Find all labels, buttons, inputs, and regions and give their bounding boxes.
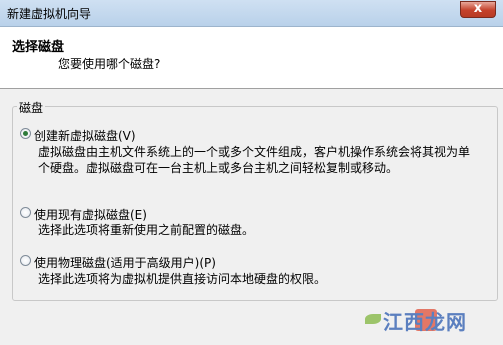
watermark-text: 江西龙网 (383, 310, 467, 334)
watermark-logo: 江西龙网 (365, 300, 500, 338)
window-title: 新建虚拟机向导 (7, 7, 92, 21)
option-description: 选择此选项将为虚拟机提供直接访问本地硬盘的权限。 (38, 271, 326, 287)
close-icon: x (473, 1, 483, 16)
radio-use-existing-disk[interactable] (20, 207, 31, 218)
radio-use-physical-disk[interactable] (20, 255, 31, 266)
option-label[interactable]: 使用物理磁盘(适用于高级用户)(P) (34, 254, 216, 271)
option-label[interactable]: 使用现有虚拟磁盘(E) (34, 206, 147, 223)
description-line: 个硬盘。虚拟磁盘可在一台主机上或多台主机之间轻松复制或移动。 (38, 161, 399, 175)
option-description: 虚拟磁盘由主机文件系统上的一个或多个文件组成，客户机操作系统会将其视为单 个硬盘… (38, 144, 470, 176)
wizard-header: 选择磁盘 您要使用哪个磁盘? (0, 27, 503, 89)
page-title: 选择磁盘 (12, 40, 65, 55)
description-line: 虚拟磁盘由主机文件系统上的一个或多个文件组成，客户机操作系统会将其视为单 (38, 145, 471, 159)
radio-create-new-disk[interactable] (20, 128, 31, 139)
title-bar: 新建虚拟机向导 x (0, 0, 503, 27)
description-line: 选择此选项将为虚拟机提供直接访问本地硬盘的权限。 (38, 272, 327, 286)
description-line: 选择此选项将重新使用之前配置的磁盘。 (38, 223, 255, 237)
option-description: 选择此选项将重新使用之前配置的磁盘。 (38, 222, 254, 238)
leaf-icon (365, 314, 381, 324)
close-button[interactable]: x (460, 1, 496, 18)
option-label[interactable]: 创建新虚拟磁盘(V) (34, 127, 136, 144)
page-subtitle: 您要使用哪个磁盘? (58, 57, 161, 71)
group-label: 磁盘 (17, 99, 46, 116)
